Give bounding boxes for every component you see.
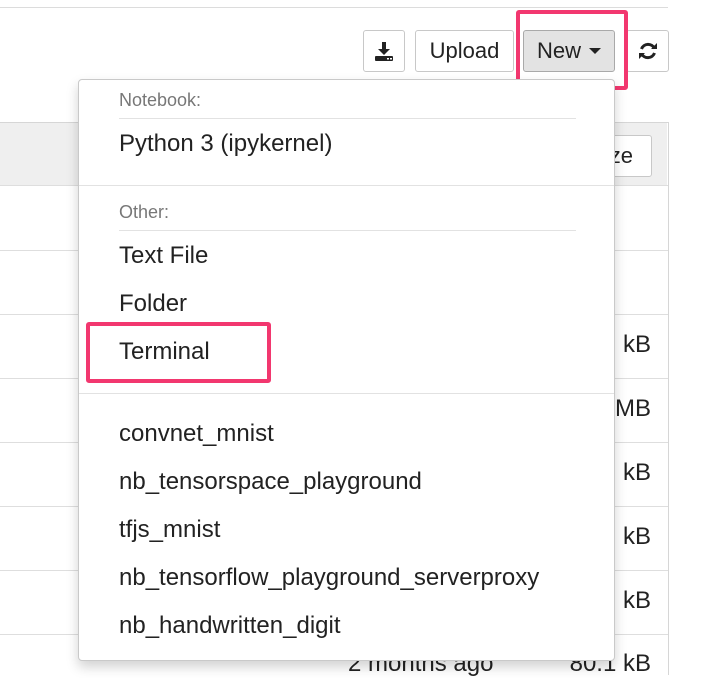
menu-item-python3[interactable]: Python 3 (ipykernel) <box>119 130 332 158</box>
menu-item-text-file[interactable]: Text File <box>119 242 208 270</box>
file-size: kB <box>622 523 651 550</box>
terminal-item-highlight <box>86 322 271 383</box>
download-button[interactable] <box>363 30 405 72</box>
menu-item-nb-handwritten-digit[interactable]: nb_handwritten_digit <box>119 612 341 640</box>
menu-item-folder[interactable]: Folder <box>119 290 187 318</box>
menu-item-nb-tensorspace-playground[interactable]: nb_tensorspace_playground <box>119 468 422 496</box>
refresh-button[interactable] <box>626 30 669 72</box>
file-size: kB <box>622 459 651 486</box>
menu-header-notebook: Notebook: <box>119 90 202 110</box>
menu-item-nb-tensorflow-playground-serverproxy[interactable]: nb_tensorflow_playground_serverproxy <box>119 564 539 592</box>
file-size: kB <box>622 587 651 614</box>
menu-item-tfjs-mnist[interactable]: tfjs_mnist <box>119 516 220 544</box>
menu-header-underline <box>119 230 576 231</box>
top-divider <box>0 7 668 8</box>
download-icon <box>375 42 393 61</box>
menu-divider <box>79 393 614 394</box>
file-size: kB <box>622 331 651 358</box>
refresh-icon <box>638 42 657 60</box>
upload-button[interactable]: Upload <box>415 30 514 72</box>
upload-button-label: Upload <box>429 38 500 63</box>
file-size: MB <box>615 395 651 422</box>
menu-divider <box>79 185 614 186</box>
menu-header-underline <box>119 118 576 119</box>
menu-header-other: Other: <box>119 202 170 222</box>
menu-item-convnet-mnist[interactable]: convnet_mnist <box>119 420 274 448</box>
new-button-highlight <box>516 10 628 90</box>
